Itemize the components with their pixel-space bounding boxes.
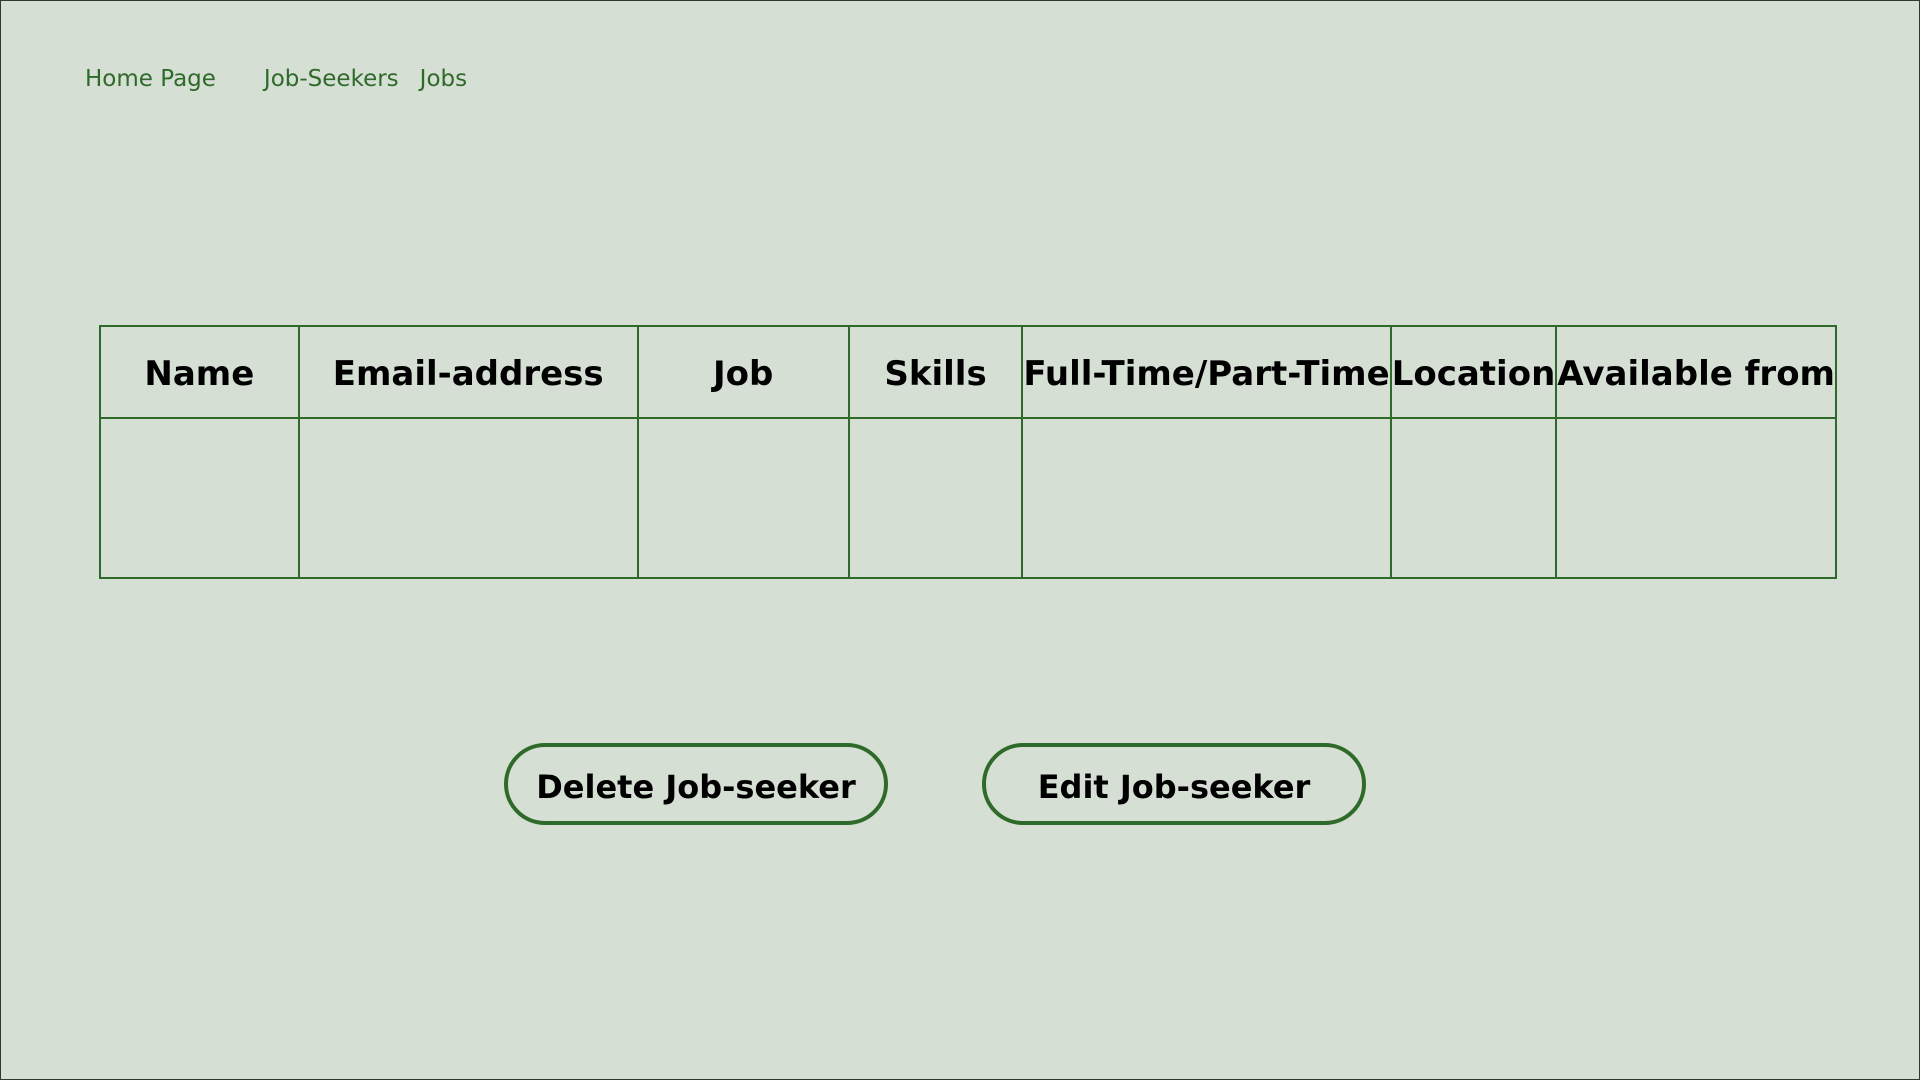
table-cell-location[interactable] bbox=[1389, 417, 1558, 579]
delete-job-seeker-button[interactable]: Delete Job-seeker bbox=[504, 743, 888, 825]
nav-link-jobs[interactable]: Jobs bbox=[420, 66, 467, 92]
column-header-job: Job bbox=[636, 325, 850, 419]
edit-job-seeker-button[interactable]: Edit Job-seeker bbox=[982, 743, 1366, 825]
table-cell-name[interactable] bbox=[99, 417, 300, 579]
table-row[interactable] bbox=[99, 417, 1837, 579]
column-header-skills: Skills bbox=[847, 325, 1024, 419]
table-cell-email-address[interactable] bbox=[297, 417, 639, 579]
table-cell-job[interactable] bbox=[636, 417, 850, 579]
nav-link-job-seekers[interactable]: Job-Seekers bbox=[264, 66, 399, 92]
top-nav: Home Page Job-Seekers Jobs bbox=[85, 66, 467, 92]
column-header-location: Location bbox=[1389, 325, 1558, 419]
column-header-name: Name bbox=[99, 325, 300, 419]
table-cell-skills[interactable] bbox=[847, 417, 1024, 579]
column-header-available-from: Available from bbox=[1555, 325, 1837, 419]
table-cell-full-time-part-time[interactable] bbox=[1021, 417, 1392, 579]
column-header-email-address: Email-address bbox=[297, 325, 639, 419]
job-seekers-table: Name Email-address Job Skills Full-Time/… bbox=[99, 325, 1837, 579]
table-cell-available-from[interactable] bbox=[1555, 417, 1837, 579]
nav-link-home-page[interactable]: Home Page bbox=[85, 66, 216, 92]
table-header-row: Name Email-address Job Skills Full-Time/… bbox=[99, 325, 1837, 419]
column-header-full-time-part-time: Full-Time/Part-Time bbox=[1021, 325, 1392, 419]
